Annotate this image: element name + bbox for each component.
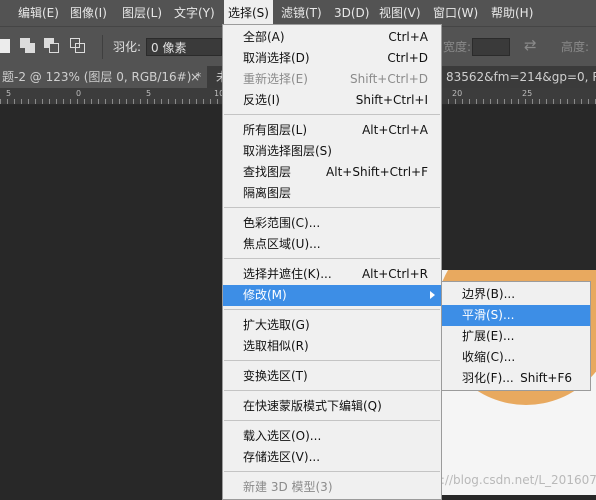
menu-item-focus-area[interactable]: 焦点区域(U)... bbox=[223, 234, 441, 255]
ruler-label: 20 bbox=[452, 89, 463, 98]
feather-input[interactable]: 0 像素 bbox=[146, 38, 222, 56]
menu-separator bbox=[224, 420, 440, 421]
menu-item-deselect-layers[interactable]: 取消选择图层(S) bbox=[223, 141, 441, 162]
menu-item-isolate-layers[interactable]: 隔离图层 bbox=[223, 183, 441, 204]
menu-item-label: 选择并遮住(K)... bbox=[243, 267, 332, 281]
menu-item-label: 色彩范围(C)... bbox=[243, 216, 321, 230]
menu-separator bbox=[224, 390, 440, 391]
menu-item-label: 取消选择(D) bbox=[243, 51, 310, 65]
menu-item-label: 新建 3D 模型(3) bbox=[243, 480, 333, 494]
width-label: 宽度: bbox=[443, 40, 472, 54]
menu-help[interactable]: 帮助(H) bbox=[491, 0, 533, 26]
ruler-label: 0 bbox=[76, 89, 82, 98]
menu-item-label: 全部(A) bbox=[243, 30, 285, 44]
menu-select[interactable]: 选择(S) bbox=[224, 0, 273, 26]
menu-item-label: 取消选择图层(S) bbox=[243, 144, 332, 158]
menu-item-quick-mask[interactable]: 在快速蒙版模式下编辑(Q) bbox=[223, 396, 441, 417]
menu-item-label: 焦点区域(U)... bbox=[243, 237, 321, 251]
document-tab-3[interactable]: 83562&fm=214&gp=0, RGB bbox=[446, 66, 596, 88]
menu-item-grow[interactable]: 扩大选取(G) bbox=[223, 315, 441, 336]
submenu-item-label: 平滑(S)... bbox=[462, 308, 515, 322]
menu-item-new-3d-model: 新建 3D 模型(3) bbox=[223, 477, 441, 498]
menu-view[interactable]: 视图(V) bbox=[379, 0, 421, 26]
menu-item-shortcut: Alt+Ctrl+R bbox=[361, 267, 428, 281]
options-divider bbox=[102, 35, 103, 59]
swap-icon[interactable]: ⇄ bbox=[524, 36, 537, 54]
feather-label: 羽化: bbox=[113, 40, 142, 54]
menubar: 编辑(E) 图像(I) 图层(L) 文字(Y) 选择(S) 滤镜(T) 3D(D… bbox=[0, 0, 596, 26]
submenu-item-label: 边界(B)... bbox=[462, 287, 516, 301]
menu-separator bbox=[224, 114, 440, 115]
menu-item-reselect: 重新选择(E) Shift+Ctrl+D bbox=[223, 69, 441, 90]
menu-item-shortcut: Ctrl+A bbox=[388, 30, 428, 44]
menu-item-shortcut: Alt+Shift+Ctrl+F bbox=[326, 165, 428, 179]
menu-filter[interactable]: 滤镜(T) bbox=[281, 0, 322, 26]
intersect-selection-icon[interactable] bbox=[70, 38, 86, 54]
menu-item-modify[interactable]: 修改(M) bbox=[223, 285, 441, 306]
modify-submenu: 边界(B)... 平滑(S)... 扩展(E)... 收缩(C)... 羽化(F… bbox=[441, 281, 591, 391]
document-tab-title: 题-2 @ 123% (图层 0, RGB/16#) * bbox=[2, 70, 202, 84]
menu-item-find-layers[interactable]: 查找图层 Alt+Shift+Ctrl+F bbox=[223, 162, 441, 183]
menu-type[interactable]: 文字(Y) bbox=[174, 0, 215, 26]
add-to-selection-icon[interactable] bbox=[20, 38, 36, 54]
menu-item-all-layers[interactable]: 所有图层(L) Alt+Ctrl+A bbox=[223, 120, 441, 141]
height-label: 高度: bbox=[561, 40, 590, 54]
menu-item-select-and-mask[interactable]: 选择并遮住(K)... Alt+Ctrl+R bbox=[223, 264, 441, 285]
subtract-from-selection-icon[interactable] bbox=[44, 38, 60, 54]
menu-item-label: 在快速蒙版模式下编辑(Q) bbox=[243, 399, 382, 413]
select-menu-dropdown: 全部(A) Ctrl+A 取消选择(D) Ctrl+D 重新选择(E) Shift+C… bbox=[222, 24, 442, 500]
menu-separator bbox=[224, 471, 440, 472]
submenu-item-feather[interactable]: 羽化(F)... Shift+F6 bbox=[442, 368, 590, 389]
menu-item-label: 修改(M) bbox=[243, 288, 287, 302]
menu-separator bbox=[224, 207, 440, 208]
menu-item-load-selection[interactable]: 载入选区(O)... bbox=[223, 426, 441, 447]
menu-item-inverse[interactable]: 反选(I) Shift+Ctrl+I bbox=[223, 90, 441, 111]
close-tab-icon[interactable]: × bbox=[190, 66, 200, 88]
ruler-label: 5 bbox=[146, 89, 152, 98]
menu-edit[interactable]: 编辑(E) bbox=[18, 0, 59, 26]
submenu-item-contract[interactable]: 收缩(C)... bbox=[442, 347, 590, 368]
menu-image[interactable]: 图像(I) bbox=[70, 0, 107, 26]
menu-item-shortcut: Alt+Ctrl+A bbox=[362, 123, 428, 137]
submenu-item-shortcut: Shift+F6 bbox=[520, 371, 572, 385]
submenu-item-label: 羽化(F)... bbox=[462, 371, 514, 385]
menu-item-label: 选取相似(R) bbox=[243, 339, 309, 353]
document-tab-active[interactable]: 题-2 @ 123% (图层 0, RGB/16#) * bbox=[0, 66, 207, 88]
submenu-item-label: 扩展(E)... bbox=[462, 329, 515, 343]
menu-separator bbox=[224, 258, 440, 259]
menu-item-label: 存储选区(V)... bbox=[243, 450, 321, 464]
menu-separator bbox=[224, 309, 440, 310]
submenu-item-smooth[interactable]: 平滑(S)... bbox=[442, 305, 590, 326]
menu-window[interactable]: 窗口(W) bbox=[433, 0, 478, 26]
menu-item-shortcut: Shift+Ctrl+I bbox=[355, 93, 428, 107]
menu-item-save-selection[interactable]: 存储选区(V)... bbox=[223, 447, 441, 468]
menu-item-label: 载入选区(O)... bbox=[243, 429, 322, 443]
ruler-label: 25 bbox=[522, 89, 533, 98]
menu-3d[interactable]: 3D(D) bbox=[334, 0, 369, 26]
menu-separator bbox=[224, 360, 440, 361]
menu-item-label: 反选(I) bbox=[243, 93, 280, 107]
document-tab-title: 83562&fm=214&gp=0, RGB bbox=[446, 70, 596, 84]
menu-item-deselect[interactable]: 取消选择(D) Ctrl+D bbox=[223, 48, 441, 69]
menu-item-similar[interactable]: 选取相似(R) bbox=[223, 336, 441, 357]
menu-item-label: 隔离图层 bbox=[243, 186, 292, 200]
menu-item-label: 所有图层(L) bbox=[243, 123, 308, 137]
menu-item-label: 查找图层 bbox=[243, 165, 292, 179]
submenu-item-label: 收缩(C)... bbox=[462, 350, 516, 364]
menu-item-label: 重新选择(E) bbox=[243, 72, 308, 86]
submenu-item-expand[interactable]: 扩展(E)... bbox=[442, 326, 590, 347]
menu-item-color-range[interactable]: 色彩范围(C)... bbox=[223, 213, 441, 234]
new-selection-icon[interactable] bbox=[0, 39, 10, 53]
menu-item-all[interactable]: 全部(A) Ctrl+A bbox=[223, 27, 441, 48]
submenu-item-border[interactable]: 边界(B)... bbox=[442, 284, 590, 305]
ruler-label: 5 bbox=[6, 89, 12, 98]
submenu-arrow-icon bbox=[430, 291, 435, 299]
menu-item-label: 变换选区(T) bbox=[243, 369, 308, 383]
menu-item-label: 扩大选取(G) bbox=[243, 318, 310, 332]
width-input[interactable] bbox=[472, 38, 510, 56]
menu-item-transform-selection[interactable]: 变换选区(T) bbox=[223, 366, 441, 387]
menu-layer[interactable]: 图层(L) bbox=[122, 0, 162, 26]
menu-item-shortcut: Ctrl+D bbox=[387, 51, 428, 65]
menu-item-shortcut: Shift+Ctrl+D bbox=[350, 72, 428, 86]
